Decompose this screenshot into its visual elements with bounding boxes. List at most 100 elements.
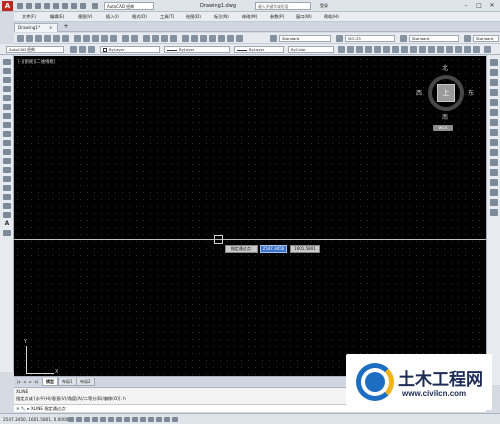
circle-tool-icon[interactable] [3,113,11,119]
dim-style-select[interactable]: ISO-25 [345,35,395,42]
toolbar-more-icon[interactable] [484,46,491,53]
new-file-icon[interactable] [17,3,23,9]
lineweight-display-icon[interactable] [148,417,154,422]
open-file-icon[interactable] [26,3,32,9]
polar-tracking-icon[interactable] [100,417,106,422]
draw-arc-icon[interactable] [365,46,372,53]
transparency-icon[interactable] [156,417,162,422]
color-select[interactable]: ByLayer [100,46,160,53]
coordinate-readout[interactable]: 2547.3450, 1601.5801, 0.0000 [3,416,68,423]
layer-properties-icon[interactable] [70,46,77,53]
region-icon[interactable] [401,46,408,53]
workspace-select[interactable]: AutoCAD 经典 [104,2,154,10]
design-center-icon[interactable] [191,35,198,42]
join-tool-icon[interactable] [490,179,498,186]
menu-draw[interactable]: 绘图(D) [186,13,201,21]
cut-icon[interactable] [74,35,81,42]
table-style-icon[interactable] [400,35,407,42]
quick-properties-icon[interactable] [164,417,170,422]
dynamic-input-icon[interactable] [140,417,146,422]
viewcube-top-face[interactable]: 上 [437,84,455,102]
markup-icon[interactable] [218,35,225,42]
chamfer-tool-icon[interactable] [490,189,498,196]
gradient-tool-icon[interactable] [3,194,11,200]
ellipse-tool-icon[interactable] [3,140,11,146]
dim-style-icon[interactable] [336,35,343,42]
zoom-realtime-icon[interactable] [152,35,159,42]
copy-tool-icon[interactable] [490,69,498,76]
plot-style-select[interactable]: ByColor [288,46,334,53]
tab-model[interactable]: 模型 [42,378,58,386]
tab-layout1[interactable]: 布局1 [58,378,77,386]
calculator-icon[interactable] [227,35,234,42]
mleader-style-icon[interactable] [464,35,471,42]
3d-object-snap-icon[interactable] [116,417,122,422]
menu-help[interactable]: 帮助(H) [324,13,339,21]
redo-icon[interactable] [131,35,138,42]
zoom-previous-icon[interactable] [170,35,177,42]
pan-icon[interactable] [143,35,150,42]
menu-file[interactable]: 文件(F) [22,13,36,21]
menu-insert[interactable]: 插入(I) [106,13,119,21]
close-button[interactable]: ✕ [486,1,498,10]
autocad-logo-icon[interactable]: A [2,1,13,11]
save-icon[interactable] [35,3,41,9]
object-snap-tracking-icon[interactable] [124,417,130,422]
rectangle-tool-icon[interactable] [3,95,11,101]
drawing-canvas[interactable]: [-][俯视][二维线框] 指定通过点: 2547.3450 1601.5801… [14,56,486,376]
workspace-toolbar-select[interactable]: AutoCAD 经典 [6,46,64,53]
selection-cycling-icon[interactable] [172,417,178,422]
point-tool-icon[interactable] [3,176,11,182]
prev-layout-icon[interactable]: ◂ [22,379,27,385]
tab-close-icon[interactable]: × [49,24,52,32]
first-layout-icon[interactable]: |◂ [16,379,21,385]
add-selected-tool-icon[interactable] [3,230,11,236]
dynamic-input-y[interactable]: 1601.5801 [290,245,320,253]
point-icon[interactable] [446,46,453,53]
draw-spline-icon[interactable] [383,46,390,53]
revcloud-icon[interactable] [464,46,471,53]
preview-icon[interactable] [53,35,60,42]
extend-tool-icon[interactable] [490,159,498,166]
viewport-controls-label[interactable]: [-][俯视][二维线框] [18,59,55,65]
grid-display-icon[interactable] [84,417,90,422]
layer-state-icon[interactable] [79,46,86,53]
draw-line-icon[interactable] [338,46,345,53]
fillet-tool-icon[interactable] [490,199,498,206]
polygon-tool-icon[interactable] [3,86,11,92]
zoom-window-icon[interactable] [161,35,168,42]
save-icon[interactable] [35,35,42,42]
make-block-tool-icon[interactable] [3,167,11,173]
lineweight-select[interactable]: ByLayer [234,46,284,53]
tab-drawing1[interactable]: Drawing1* × [14,23,58,32]
stretch-tool-icon[interactable] [490,139,498,146]
open-icon[interactable] [26,35,33,42]
undo-icon[interactable] [122,35,129,42]
search-input[interactable]: 键入关键字或短语 [255,2,311,10]
erase-tool-icon[interactable] [490,59,498,66]
help-icon[interactable] [236,35,243,42]
copy-icon[interactable] [83,35,90,42]
dynamic-ucs-icon[interactable] [132,417,138,422]
arc-tool-icon[interactable] [3,104,11,110]
gradient-icon[interactable] [455,46,462,53]
move-tool-icon[interactable] [490,109,498,116]
hatch-icon[interactable] [392,46,399,53]
login-link[interactable]: 登录 [320,2,328,10]
ellipse-arc-tool-icon[interactable] [3,149,11,155]
publish-icon[interactable] [62,35,69,42]
revcloud-tool-icon[interactable] [3,122,11,128]
workspace-gear-icon[interactable] [92,3,98,9]
multiline-text-tool-icon[interactable]: A [3,221,11,227]
scale-tool-icon[interactable] [490,129,498,136]
add-selected-icon[interactable] [473,46,480,53]
layer-previous-icon[interactable] [88,46,95,53]
redo-icon[interactable] [71,3,77,9]
array-tool-icon[interactable] [490,99,498,106]
infer-constraints-icon[interactable] [68,417,74,422]
table-tool-icon[interactable] [3,212,11,218]
insert-block-icon[interactable] [428,46,435,53]
mtext-icon[interactable] [419,46,426,53]
break-tool-icon[interactable] [490,169,498,176]
plot-icon[interactable] [80,3,86,9]
